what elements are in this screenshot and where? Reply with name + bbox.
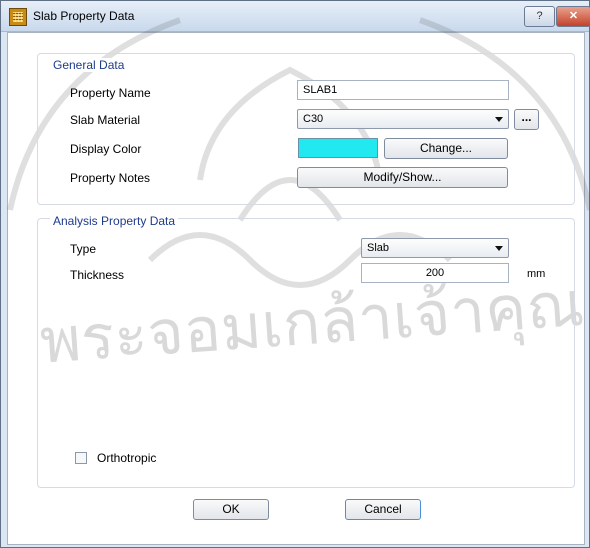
thickness-label: Thickness	[70, 268, 125, 282]
material-browse-button[interactable]: ...	[514, 109, 539, 130]
chevron-down-icon	[495, 117, 503, 122]
change-color-button[interactable]: Change...	[384, 138, 508, 159]
type-value: Slab	[367, 242, 390, 254]
cancel-button[interactable]: Cancel	[345, 499, 421, 520]
slab-material-select[interactable]: C30	[297, 109, 509, 129]
ok-button[interactable]: OK	[193, 499, 269, 520]
display-color-label: Display Color	[70, 142, 142, 156]
modify-show-button[interactable]: Modify/Show...	[297, 167, 508, 188]
type-label: Type	[70, 242, 97, 256]
general-data-title: General Data	[50, 58, 128, 72]
slab-material-label: Slab Material	[70, 113, 141, 127]
analysis-property-group	[37, 218, 575, 488]
display-color-swatch[interactable]	[298, 138, 378, 158]
property-name-input[interactable]: SLAB1	[297, 80, 509, 100]
orthotropic-label: Orthotropic	[97, 451, 157, 465]
type-select[interactable]: Slab	[361, 238, 509, 258]
chevron-down-icon	[495, 246, 503, 251]
help-button[interactable]: ?	[524, 6, 555, 27]
close-button[interactable]: ✕	[556, 6, 590, 27]
title-bar: Slab Property Data ? ✕	[1, 1, 590, 32]
thickness-input[interactable]: 200	[361, 263, 509, 283]
analysis-property-title: Analysis Property Data	[50, 214, 179, 228]
slab-icon	[9, 8, 27, 26]
window-title: Slab Property Data	[33, 9, 135, 23]
property-notes-label: Property Notes	[70, 171, 151, 185]
slab-material-value: C30	[303, 113, 324, 125]
property-name-label: Property Name	[70, 86, 151, 100]
orthotropic-checkbox[interactable]	[75, 452, 87, 464]
thickness-unit: mm	[527, 268, 546, 280]
